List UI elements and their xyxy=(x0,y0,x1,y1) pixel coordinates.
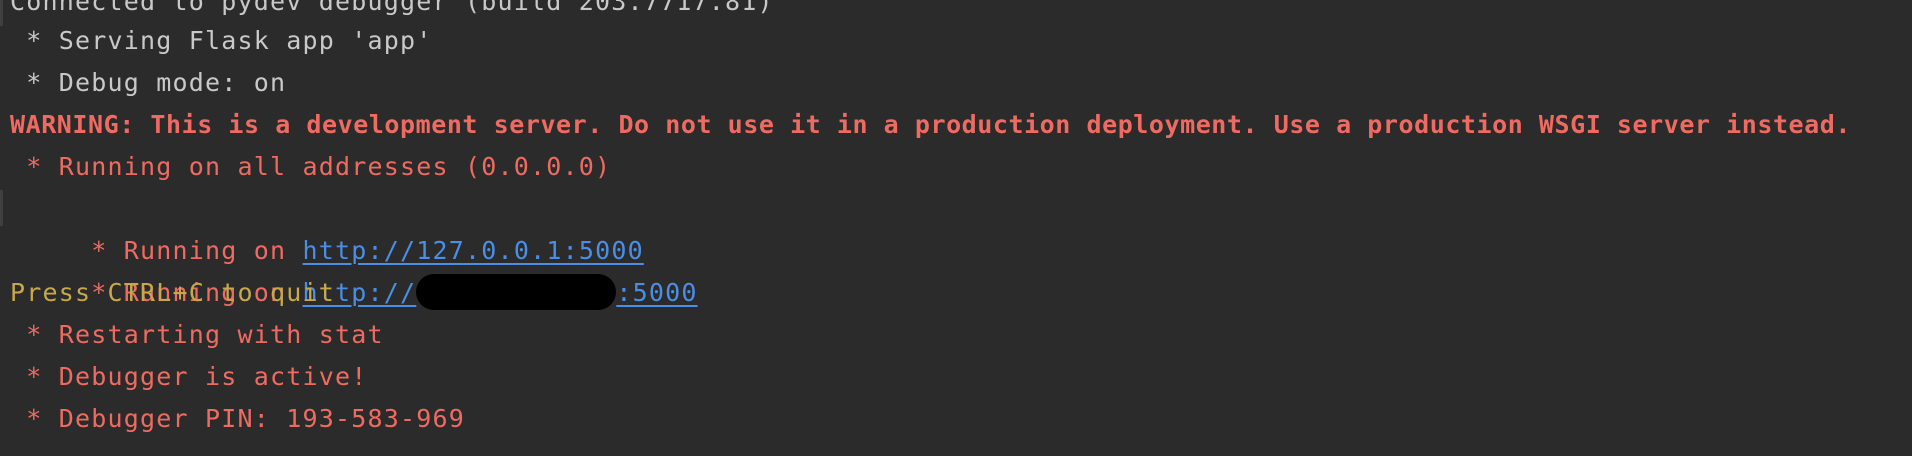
console-line-warning: WARNING: This is a development server. D… xyxy=(10,110,1851,139)
link-port: :5000 xyxy=(616,278,698,307)
console-line-serving-app: * Serving Flask app 'app' xyxy=(10,26,433,55)
redacted-ip-block xyxy=(416,274,617,310)
gutter-marker xyxy=(0,0,3,26)
gutter-marker xyxy=(0,190,3,226)
console-line-running-local: * Running on http://127.0.0.1:5000 xyxy=(10,188,644,265)
console-line-quit-hint: Press CTRL+C to quit xyxy=(10,278,336,307)
run-console-output[interactable]: Connected to pydev debugger (build 203.7… xyxy=(0,0,1912,456)
console-line-restarting: * Restarting with stat xyxy=(10,320,384,349)
console-line-running-all: * Running on all addresses (0.0.0.0) xyxy=(10,152,612,181)
console-line-debug-mode: * Debug mode: on xyxy=(10,68,287,97)
console-line-debugger-pin: * Debugger PIN: 193-583-969 xyxy=(10,404,466,433)
console-line-running-network: * Running on http://:5000 xyxy=(10,230,698,310)
network-address-link[interactable]: http://:5000 xyxy=(303,274,698,310)
console-line-debugger-active: * Debugger is active! xyxy=(10,362,368,391)
